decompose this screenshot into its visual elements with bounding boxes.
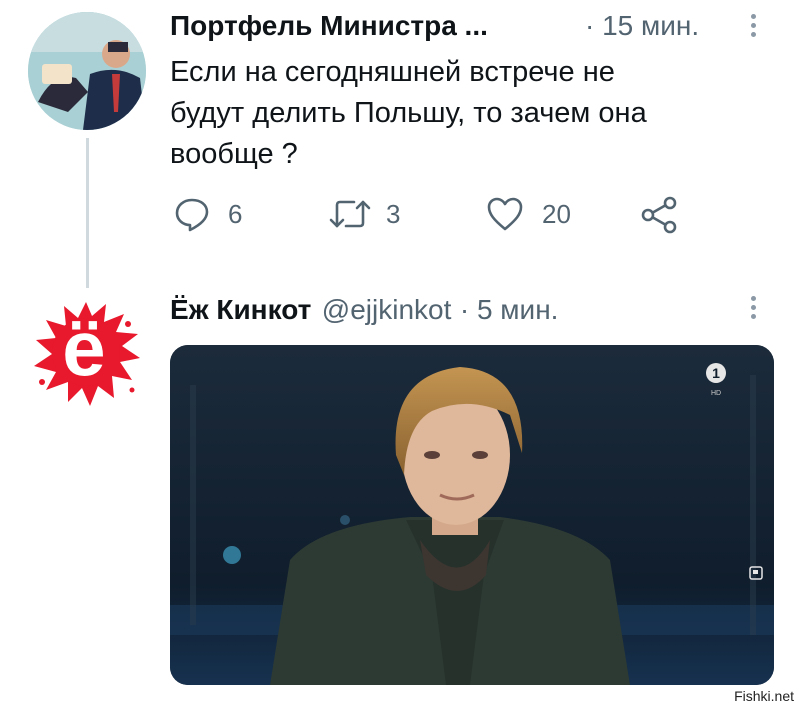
like-count: 20: [542, 198, 571, 229]
like-button[interactable]: 20: [486, 196, 571, 232]
more-vertical-icon[interactable]: [751, 14, 757, 41]
thread-connector: [86, 138, 89, 288]
tweet-header: Ёж Кинкот @ejjkinkot · 5 мин.: [170, 294, 558, 326]
author-handle[interactable]: @ejjkinkot: [322, 294, 452, 325]
watermark: Fishki.net: [734, 688, 794, 704]
more-vertical-icon[interactable]: [751, 296, 757, 323]
tweet-text-line: вообще ?: [170, 138, 298, 170]
video-still-image: 1 HD: [170, 345, 774, 685]
reply-button[interactable]: 6: [174, 196, 242, 232]
reply-icon: [175, 198, 209, 232]
share-button[interactable]: [640, 196, 678, 234]
channel-logo-hd: HD: [711, 390, 721, 397]
author-name[interactable]: Ёж Кинкот: [170, 294, 311, 325]
avatar[interactable]: ё: [28, 294, 144, 410]
author-name[interactable]: Портфель Министра ...: [170, 10, 488, 42]
tweet-time[interactable]: · 5 мин.: [460, 294, 559, 325]
retweet-count: 3: [386, 198, 401, 229]
person-photo-avatar: [28, 12, 146, 130]
heart-icon: [487, 197, 523, 231]
reply-count: 6: [228, 198, 243, 229]
tweet-time[interactable]: · 15 мин.: [585, 10, 699, 42]
tweet-media-image[interactable]: 1 HD: [170, 345, 774, 685]
avatar[interactable]: [28, 12, 146, 130]
share-icon: [641, 196, 677, 234]
tweet-text-line: будут делить Польшу, то зачем она: [170, 97, 647, 129]
channel-logo: 1: [712, 365, 720, 381]
tweet-text: Если на сегодняшней встрече не будут дел…: [170, 52, 770, 175]
tweet-text-line: Если на сегодняшней встрече не: [170, 56, 615, 88]
avatar-letter: ё: [62, 304, 106, 392]
retweet-icon: [329, 200, 371, 228]
retweet-button[interactable]: 3: [328, 196, 400, 232]
